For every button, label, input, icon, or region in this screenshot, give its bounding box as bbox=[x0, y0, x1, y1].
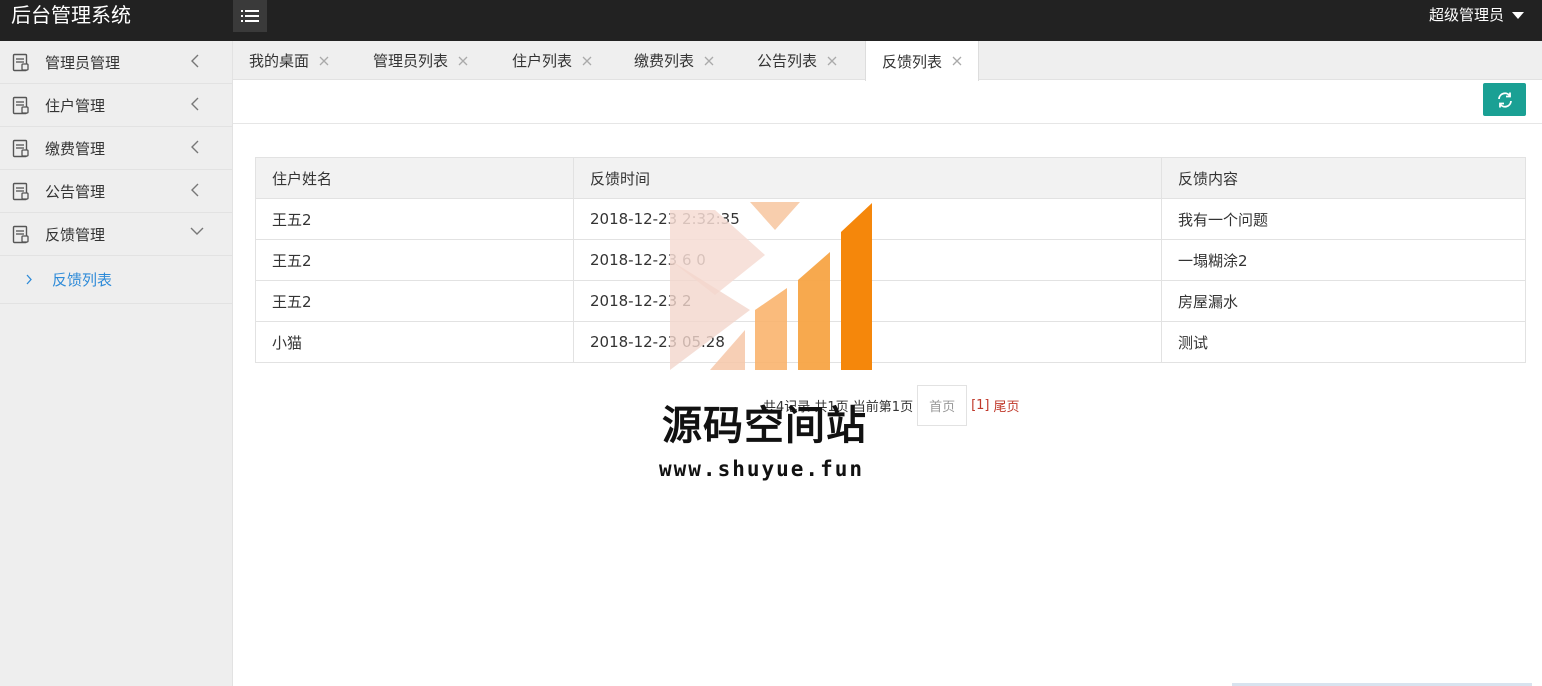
table-cell: 2018-12-23 2 bbox=[573, 280, 1162, 322]
refresh-button[interactable] bbox=[1483, 83, 1526, 116]
list-icon bbox=[241, 10, 259, 22]
sidebar-subitem-feedback-list[interactable]: 反馈列表 bbox=[0, 256, 232, 304]
chevron-left-icon bbox=[191, 97, 199, 111]
last-page-link[interactable]: 尾页 bbox=[994, 396, 1020, 415]
tab-bar: 我的桌面 管理员列表 住户列表 缴费列表 公告列表 反馈列表 bbox=[233, 41, 1542, 81]
sidebar-item-label: 住户管理 bbox=[45, 97, 106, 115]
close-icon[interactable] bbox=[582, 56, 592, 66]
app-title: 后台管理系统 bbox=[11, 3, 131, 27]
close-icon[interactable] bbox=[827, 56, 837, 66]
menu-toggle-button[interactable] bbox=[233, 0, 267, 32]
chevron-right-icon bbox=[26, 274, 32, 285]
refresh-icon bbox=[1497, 91, 1512, 108]
sidebar-item-label: 缴费管理 bbox=[45, 140, 106, 158]
chevron-left-icon bbox=[191, 183, 199, 197]
table-row: 王五2 2018-12-23 2:32:35 我有一个问题 bbox=[255, 198, 1526, 240]
sidebar: 管理员管理 住户管理 缴费管理 公告管理 反馈管理 反馈列表 bbox=[0, 41, 233, 686]
table-cell: 王五2 bbox=[255, 198, 574, 240]
table-cell: 王五2 bbox=[255, 280, 574, 322]
document-icon bbox=[12, 96, 29, 115]
tab-label: 反馈列表 bbox=[882, 52, 943, 71]
page-link-1[interactable]: [1] bbox=[971, 398, 989, 413]
sidebar-subitem-label: 反馈列表 bbox=[52, 271, 113, 289]
toolbar bbox=[233, 80, 1542, 124]
table-cell: 2018-12-23 6 0 bbox=[573, 239, 1162, 281]
sidebar-item-admin[interactable]: 管理员管理 bbox=[0, 41, 232, 84]
tab-admin-list[interactable]: 管理员列表 bbox=[373, 41, 468, 80]
tab-label: 缴费列表 bbox=[634, 52, 695, 70]
tab-feedback-list[interactable]: 反馈列表 bbox=[865, 41, 980, 81]
column-header: 住户姓名 bbox=[255, 157, 574, 199]
chevron-down-icon bbox=[190, 227, 204, 235]
user-menu[interactable]: 超级管理员 bbox=[1429, 4, 1524, 26]
tab-label: 住户列表 bbox=[512, 52, 573, 70]
sidebar-item-payments[interactable]: 缴费管理 bbox=[0, 127, 232, 170]
watermark-url: www.shuyue.fun bbox=[659, 457, 865, 481]
tab-label: 公告列表 bbox=[757, 52, 818, 70]
column-header: 反馈时间 bbox=[573, 157, 1162, 199]
document-icon bbox=[12, 225, 29, 244]
sidebar-item-notices[interactable]: 公告管理 bbox=[0, 170, 232, 213]
sidebar-item-label: 公告管理 bbox=[45, 183, 106, 201]
table-cell: 一塌糊涂2 bbox=[1161, 239, 1526, 281]
table-cell: 2018-12-23 05.28 bbox=[573, 321, 1162, 363]
document-icon bbox=[12, 182, 29, 201]
sidebar-item-feedback[interactable]: 反馈管理 bbox=[0, 213, 232, 256]
watermark-title: 源码空间站 bbox=[662, 403, 867, 449]
tab-payment-list[interactable]: 缴费列表 bbox=[634, 41, 714, 80]
sidebar-item-residents[interactable]: 住户管理 bbox=[0, 84, 232, 127]
close-icon[interactable] bbox=[458, 56, 468, 66]
table-cell: 我有一个问题 bbox=[1161, 198, 1526, 240]
top-bar: 后台管理系统 超级管理员 bbox=[0, 0, 1542, 41]
column-header: 反馈内容 bbox=[1161, 157, 1526, 199]
feedback-table: 住户姓名 反馈时间 反馈内容 王五2 2018-12-23 2:32:35 我有… bbox=[255, 157, 1526, 363]
user-name: 超级管理员 bbox=[1428, 6, 1504, 24]
document-icon bbox=[12, 53, 29, 72]
table-header-row: 住户姓名 反馈时间 反馈内容 bbox=[255, 157, 1526, 199]
table-cell: 测试 bbox=[1161, 321, 1526, 363]
table-cell: 2018-12-23 2:32:35 bbox=[573, 198, 1162, 240]
tab-label: 我的桌面 bbox=[249, 52, 310, 70]
table-row: 王五2 2018-12-23 2 房屋漏水 bbox=[255, 280, 1526, 322]
tab-notice-list[interactable]: 公告列表 bbox=[757, 41, 837, 80]
close-icon[interactable] bbox=[704, 56, 714, 66]
table-row: 王五2 2018-12-23 6 0 一塌糊涂2 bbox=[255, 239, 1526, 281]
table-cell: 房屋漏水 bbox=[1161, 280, 1526, 322]
sidebar-item-label: 反馈管理 bbox=[45, 226, 106, 244]
chevron-left-icon bbox=[191, 140, 199, 154]
chevron-left-icon bbox=[191, 54, 199, 68]
close-icon[interactable] bbox=[319, 56, 329, 66]
close-icon[interactable] bbox=[952, 56, 962, 66]
sidebar-item-label: 管理员管理 bbox=[45, 54, 121, 72]
table-row: 小猫 2018-12-23 05.28 测试 bbox=[255, 321, 1526, 363]
table-cell: 王五2 bbox=[255, 239, 574, 281]
tab-label: 管理员列表 bbox=[373, 52, 449, 70]
table-cell: 小猫 bbox=[255, 321, 574, 363]
tab-resident-list[interactable]: 住户列表 bbox=[512, 41, 592, 80]
first-page-button[interactable]: 首页 bbox=[917, 385, 968, 426]
tab-desktop[interactable]: 我的桌面 bbox=[249, 41, 329, 80]
caret-down-icon bbox=[1512, 11, 1524, 19]
document-icon bbox=[12, 139, 29, 158]
